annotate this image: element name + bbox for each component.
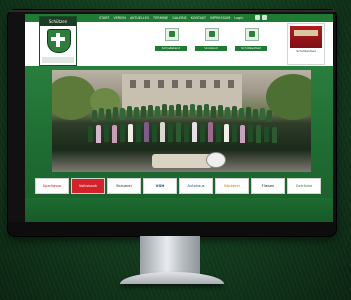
badge-icon [205, 28, 219, 41]
nav-item-aktuelles[interactable]: AKTUELLES [130, 15, 149, 22]
photo-drum [206, 152, 226, 168]
monitor-stand-neck [140, 236, 200, 276]
nav-item-impressum[interactable]: IMPRESSUM [210, 15, 230, 22]
nav-item-termine[interactable]: TERMINE [153, 15, 168, 22]
sponsor-logo[interactable]: Volksbank [71, 178, 105, 194]
badge-icon [165, 28, 179, 41]
nav-item-kontakt[interactable]: KONTAKT [191, 15, 206, 22]
sponsor-strip: Sparkasse Volksbank Brauerei VGH Autohau… [35, 176, 325, 196]
photo-building [122, 74, 242, 110]
nav-item-galerie[interactable]: GALERIE [172, 15, 186, 22]
photo-tree-right [266, 74, 311, 120]
main-navigation: START VEREIN AKTUELLES TERMINE GALERIE K… [99, 15, 243, 22]
sponsor-logo[interactable]: Autohaus [179, 178, 213, 194]
monitor-chin [8, 222, 336, 236]
logo-text: Schützen [40, 17, 76, 26]
bezel-highlight [8, 10, 336, 12]
social-icons [255, 15, 267, 20]
site-footer [25, 198, 333, 222]
feature-button[interactable]: Schützenfest [235, 46, 267, 51]
hero-group-photo [52, 70, 311, 172]
site-logo[interactable]: Schützen [39, 16, 77, 66]
sponsor-logo[interactable]: Sparkasse [35, 178, 69, 194]
sponsor-logo[interactable]: Fliesen [251, 178, 285, 194]
sponsor-logo[interactable]: Bäckerei [215, 178, 249, 194]
feature-row: Schießstand Vorstand Schützenfest [155, 26, 295, 62]
instagram-icon[interactable] [262, 15, 267, 20]
facebook-icon[interactable] [255, 15, 260, 20]
event-caption: Schützenfest [296, 49, 316, 53]
site-header: Schützen START VEREIN AKTUELLES TERMINE … [25, 14, 333, 66]
logo-ribbon [42, 57, 74, 63]
cross-icon-bar [51, 37, 65, 41]
sponsor-logo[interactable]: VGH [143, 178, 177, 194]
event-promo-box[interactable]: Schützenfest [287, 23, 325, 65]
feature-button[interactable]: Vorstand [195, 46, 227, 51]
nav-item-verein[interactable]: VEREIN [113, 15, 126, 22]
feature-card-schiessstand[interactable]: Schießstand [155, 26, 189, 62]
login-link[interactable]: Login [234, 15, 243, 22]
feature-card-vorstand[interactable]: Vorstand [195, 26, 229, 62]
photo-table [152, 154, 212, 168]
nav-item-start[interactable]: START [99, 15, 109, 22]
feature-button[interactable]: Schießstand [155, 46, 187, 51]
feature-card-schuetzenfest[interactable]: Schützenfest [235, 26, 269, 62]
badge-icon [245, 28, 259, 41]
monitor-screen: Schützen START VEREIN AKTUELLES TERMINE … [25, 14, 333, 222]
event-poster-image [290, 26, 322, 48]
sponsor-logo[interactable]: Brauerei [107, 178, 141, 194]
sponsor-logo[interactable]: Getränke [287, 178, 321, 194]
